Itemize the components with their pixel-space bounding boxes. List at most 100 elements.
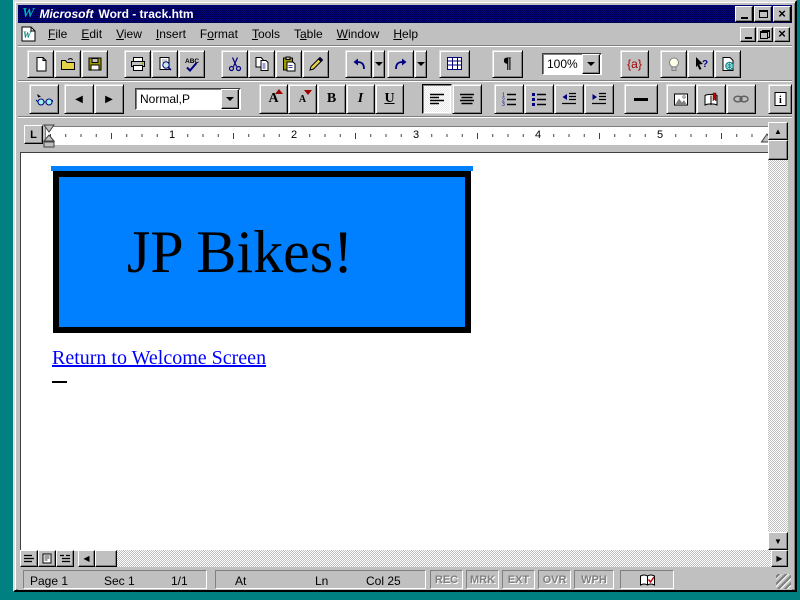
html-document-info-button[interactable]: i [768, 84, 792, 114]
banner-image[interactable]: JP Bikes! [53, 171, 471, 333]
menu-format[interactable]: Format [193, 25, 245, 43]
bookmark-button[interactable] [696, 84, 726, 114]
document-page[interactable]: JP Bikes! Return to Welcome Screen [20, 152, 769, 551]
menu-file[interactable]: File [41, 25, 74, 43]
scroll-up-button[interactable]: ▲ [768, 122, 788, 140]
menu-window[interactable]: Window [330, 25, 387, 43]
web-view-button[interactable] [29, 84, 59, 114]
print-button[interactable] [124, 50, 151, 78]
scroll-left-button[interactable]: ◀ [78, 550, 95, 567]
mode-rec[interactable]: REC [430, 570, 463, 589]
style-combobox[interactable]: Normal,P [135, 88, 241, 110]
hyperlink-button[interactable] [726, 84, 756, 114]
doc-minimize-button[interactable] [740, 27, 756, 42]
paste-button[interactable] [275, 50, 302, 78]
welcome-screen-link[interactable]: Return to Welcome Screen [52, 347, 266, 370]
format-painter-icon [308, 56, 324, 72]
numbered-list-button[interactable]: 123 [494, 84, 524, 114]
redo-dropdown-button[interactable] [414, 50, 427, 78]
scroll-down-button[interactable]: ▼ [768, 532, 788, 550]
mode-ovr[interactable]: OVR [538, 570, 571, 589]
bold-button[interactable]: B [317, 84, 346, 114]
html-markup-button[interactable]: {a} [620, 50, 649, 78]
menu-view[interactable]: View [109, 25, 149, 43]
increase-font-button[interactable]: A [259, 84, 288, 114]
menu-help[interactable]: Help [386, 25, 425, 43]
help-button[interactable]: ? [687, 50, 714, 78]
scroll-right-button[interactable]: ▶ [771, 550, 788, 567]
decrease-indent-button[interactable] [554, 84, 584, 114]
underline-button[interactable]: U [375, 84, 404, 114]
italic-button[interactable]: I [346, 84, 375, 114]
horizontal-scroll-track[interactable] [117, 550, 771, 567]
redo-arrow-icon [393, 57, 409, 71]
mode-mrk[interactable]: MRK [466, 570, 499, 589]
doc-restore-icon [760, 30, 770, 39]
doc-close-button[interactable]: × [774, 27, 790, 42]
maximize-button[interactable] [754, 6, 772, 22]
svg-text:?: ? [702, 59, 708, 70]
vertical-scrollbar[interactable]: ▲ ▼ [768, 122, 788, 550]
cut-button[interactable] [221, 50, 248, 78]
copy-icon [254, 56, 270, 72]
resize-grip[interactable] [776, 574, 791, 589]
menu-edit[interactable]: Edit [74, 25, 109, 43]
decrease-indent-icon [561, 92, 577, 106]
zoom-dropdown-button[interactable] [582, 54, 600, 74]
undo-dropdown-button[interactable] [372, 50, 385, 78]
horizontal-rule-button[interactable] [624, 84, 658, 114]
save-button[interactable] [81, 50, 108, 78]
indent-markers-icon[interactable] [42, 124, 56, 150]
page-layout-view-button[interactable] [38, 550, 56, 567]
page-status-panel: Page 1 Sec 1 1/1 [23, 570, 207, 589]
doc-restore-button[interactable] [757, 27, 773, 42]
align-left-icon [429, 93, 445, 105]
open-folder-icon [60, 56, 76, 72]
style-dropdown-button[interactable] [221, 89, 239, 109]
mode-wph[interactable]: WPH [574, 570, 614, 589]
undo-button[interactable] [345, 50, 372, 78]
web-browse-button[interactable] [714, 50, 741, 78]
minimize-button[interactable] [735, 6, 753, 22]
ruler-strip[interactable]: 12345 [45, 126, 773, 145]
insert-table-button[interactable] [439, 50, 470, 78]
outline-view-button[interactable] [56, 550, 74, 567]
show-paragraph-marks-button[interactable]: ¶ [492, 50, 523, 78]
left-arrow-icon: ◀ [83, 554, 89, 563]
align-center-button[interactable] [452, 84, 482, 114]
vertical-scroll-track[interactable] [768, 160, 788, 532]
print-preview-button[interactable] [151, 50, 178, 78]
document-icon[interactable]: W [20, 26, 37, 42]
zoom-combobox[interactable]: 100% [542, 53, 602, 75]
copy-button[interactable] [248, 50, 275, 78]
menu-bar: W FileEditViewInsertFormatToolsTableWind… [18, 24, 792, 44]
redo-button[interactable] [387, 50, 414, 78]
horizontal-rule-icon [634, 98, 648, 101]
insert-picture-button[interactable] [666, 84, 696, 114]
app-title-emphasis: Microsoft [39, 7, 93, 21]
up-arrow-icon: ▲ [774, 127, 782, 136]
mode-ext[interactable]: EXT [502, 570, 535, 589]
open-button[interactable] [54, 50, 81, 78]
align-left-button[interactable] [422, 84, 452, 114]
menu-table[interactable]: Table [287, 25, 330, 43]
menu-tools[interactable]: Tools [245, 25, 287, 43]
pilcrow-icon: ¶ [503, 55, 512, 73]
title-bar[interactable]: W Microsoft Word - track.htm × [18, 5, 792, 23]
new-document-button[interactable] [27, 50, 54, 78]
increase-indent-button[interactable] [584, 84, 614, 114]
close-button[interactable]: × [773, 6, 791, 22]
format-painter-button[interactable] [302, 50, 329, 78]
decrease-font-button[interactable]: A [288, 84, 317, 114]
go-back-button[interactable]: ◀ [64, 84, 94, 114]
tab-selector-button[interactable]: L [24, 125, 43, 144]
cut-scissors-icon [227, 56, 243, 72]
bullet-list-button[interactable] [524, 84, 554, 114]
horizontal-scroll-thumb[interactable] [95, 550, 117, 567]
vertical-scroll-thumb[interactable] [768, 140, 788, 160]
menu-insert[interactable]: Insert [149, 25, 193, 43]
normal-view-button[interactable] [20, 550, 38, 567]
spelling-button[interactable]: ABC [178, 50, 205, 78]
tip-wizard-button[interactable] [660, 50, 687, 78]
go-forward-button[interactable]: ▶ [94, 84, 124, 114]
